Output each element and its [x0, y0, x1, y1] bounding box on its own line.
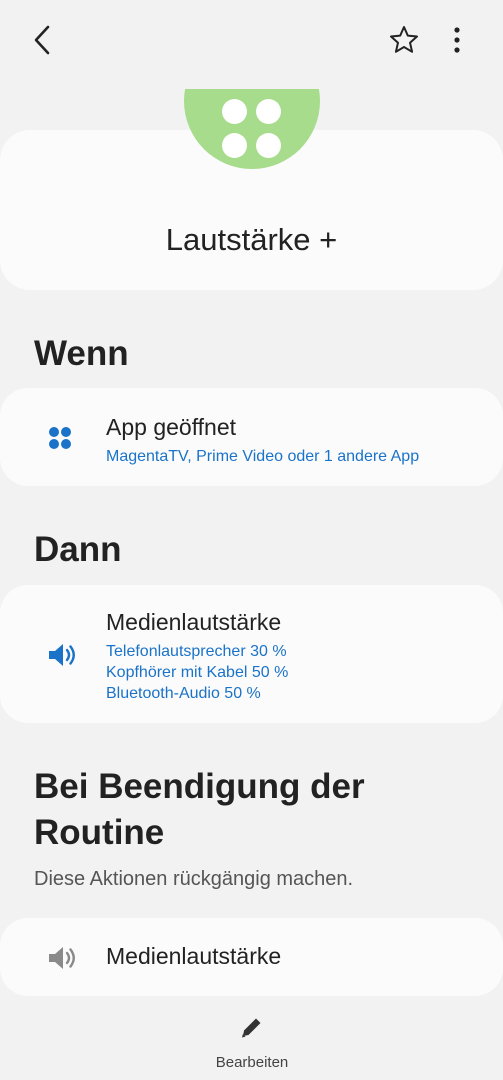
- end-section-heading: Routine: [34, 813, 165, 852]
- if-condition-card[interactable]: App geöffnet MagentaTV, Prime Video oder…: [0, 388, 503, 486]
- chevron-left-icon: [34, 25, 50, 55]
- top-bar: [0, 0, 503, 80]
- pencil-icon: [242, 1018, 261, 1038]
- if-condition-detail: MagentaTV, Prime Video oder 1 andere App: [106, 448, 420, 465]
- volume-icon: [49, 644, 75, 666]
- volume-icon: [49, 947, 75, 969]
- end-action-title: Medienlautstärke: [106, 943, 282, 969]
- favorite-button[interactable]: [386, 22, 422, 58]
- more-options-button[interactable]: [443, 22, 471, 58]
- apps-icon: [49, 427, 71, 449]
- star-outline-icon: [390, 26, 418, 53]
- bottom-bar: Bearbeiten: [0, 1000, 503, 1080]
- back-button[interactable]: [28, 22, 60, 58]
- end-action-card[interactable]: Medienlautstärke: [0, 918, 503, 996]
- routine-title: Lautstärke +: [165, 222, 338, 257]
- then-section-heading: Dann: [34, 530, 122, 569]
- edit-button-label: Bearbeiten: [215, 1054, 289, 1071]
- end-section-heading: Bei Beendigung der: [34, 767, 365, 806]
- four-dots-icon: [184, 89, 320, 169]
- edit-button[interactable]: Bearbeiten: [200, 1008, 304, 1072]
- then-action-detail: Bluetooth-Audio 50 %: [106, 685, 261, 702]
- more-vertical-icon: [454, 27, 460, 53]
- end-section-subtitle: Diese Aktionen rückgängig machen.: [34, 868, 354, 890]
- then-action-detail: Kopfhörer mit Kabel 50 %: [106, 664, 289, 681]
- if-section-heading: Wenn: [34, 334, 129, 373]
- then-action-card[interactable]: Medienlautstärke Telefonlautsprecher 30 …: [0, 585, 503, 723]
- then-action-detail: Telefonlautsprecher 30 %: [106, 643, 287, 660]
- if-condition-title: App geöffnet: [106, 414, 237, 440]
- then-action-title: Medienlautstärke: [106, 609, 282, 635]
